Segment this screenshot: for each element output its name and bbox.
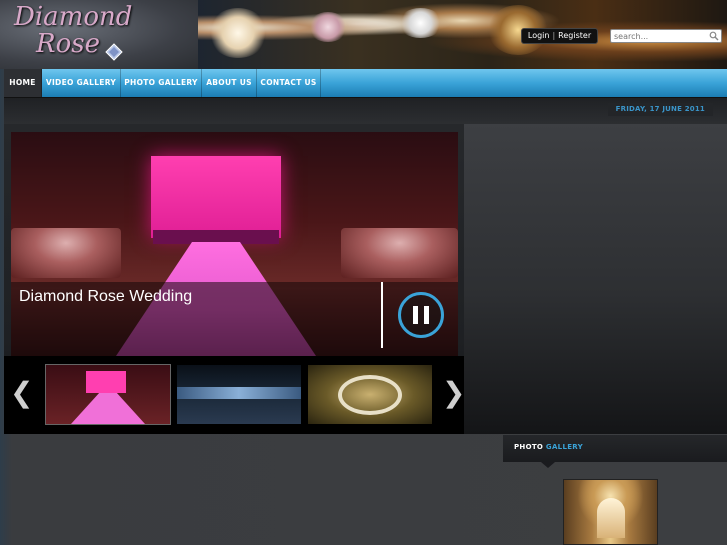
logo[interactable]: Diamond Rose (0, 0, 200, 69)
photo-gallery-title: PHOTO GALLERY (514, 443, 583, 451)
slide-caption-bar: Diamond Rose Wedding (11, 282, 458, 356)
slide-image[interactable]: Diamond Rose Wedding (11, 132, 458, 356)
caption-divider (381, 282, 383, 348)
slide-decor-left (11, 228, 121, 278)
register-link[interactable]: Register (558, 31, 591, 40)
main-nav: HOME VIDEO GALLERY PHOTO GALLERY ABOUT U… (4, 69, 727, 97)
separator: | (552, 31, 556, 40)
chevron-left-icon[interactable]: ❮ (10, 378, 33, 408)
gallery-notch (541, 462, 555, 468)
photo-gallery-title-part2: GALLERY (545, 443, 583, 451)
thumbnail-1[interactable] (45, 364, 171, 425)
nav-item-about-us[interactable]: ABOUT US (202, 69, 257, 97)
thumbnail-strip: ❮ ❯ (4, 356, 465, 434)
search-box (610, 29, 722, 43)
nav-item-contact-us[interactable]: CONTACT US (257, 69, 321, 97)
thumbnail-3[interactable] (308, 365, 432, 424)
search-input[interactable] (614, 30, 709, 42)
pause-icon (413, 306, 418, 324)
chevron-right-icon[interactable]: ❯ (442, 378, 465, 408)
pause-button[interactable] (398, 292, 444, 338)
thumbnail-2[interactable] (177, 365, 301, 424)
featured-slider: Diamond Rose Wedding ❮ ❯ (4, 124, 727, 434)
login-link[interactable]: Login (528, 31, 550, 40)
gallery-photo-arch (597, 498, 625, 538)
slide-stage (153, 230, 279, 244)
gallery-photo[interactable] (563, 479, 658, 545)
photo-gallery-header: PHOTO GALLERY (503, 435, 727, 468)
date-bar: FRIDAY, 17 JUNE 2011 (4, 97, 727, 124)
slide-decor-right (341, 228, 458, 278)
nav-item-home[interactable]: HOME (4, 69, 42, 97)
current-date: FRIDAY, 17 JUNE 2011 (607, 103, 713, 116)
slider-side-panel (464, 124, 727, 434)
diamond-icon (105, 43, 123, 61)
login-register-box: Login | Register (521, 28, 598, 44)
search-icon[interactable] (709, 31, 719, 41)
logo-line-1: Diamond (14, 2, 133, 32)
nav-item-photo-gallery[interactable]: PHOTO GALLERY (121, 69, 202, 97)
photo-gallery-title-part1: PHOTO (514, 443, 544, 451)
slide-stage-screen (151, 156, 281, 238)
page: Diamond Rose Login|Register HOME (0, 0, 727, 545)
slide-caption[interactable]: Diamond Rose Wedding (19, 288, 192, 306)
site-header: Diamond Rose Login | Register (0, 0, 727, 69)
nav-item-video-gallery[interactable]: VIDEO GALLERY (42, 69, 121, 97)
pause-icon-bar (424, 306, 429, 324)
